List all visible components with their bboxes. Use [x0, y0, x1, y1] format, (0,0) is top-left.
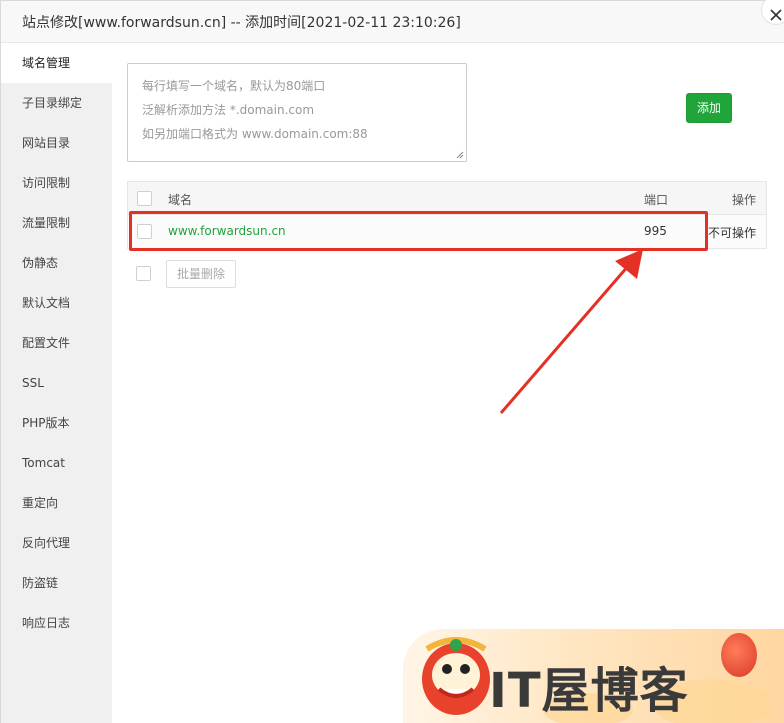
- main-panel: 每行填写一个域名，默认为80端口 泛解析添加方法 *.domain.com 如另…: [112, 43, 784, 723]
- watermark-banner: IT屋博客: [403, 629, 784, 723]
- resize-grip-icon[interactable]: [456, 151, 464, 159]
- select-all-checkbox[interactable]: [137, 191, 152, 206]
- sidebar-item-redirect[interactable]: 重定向: [1, 483, 112, 523]
- sidebar-item-default-document[interactable]: 默认文档: [1, 283, 112, 323]
- dialog-title: 站点修改[www.forwardsun.cn] -- 添加时间[2021-02-…: [22, 15, 461, 31]
- table-header: 域名 端口 操作: [128, 182, 766, 215]
- sidebar-item-traffic-limit[interactable]: 流量限制: [1, 203, 112, 243]
- domain-table: 域名 端口 操作 www.forwardsun.cn 995 不可操作: [127, 181, 767, 249]
- sidebar-item-ssl[interactable]: SSL: [1, 363, 112, 403]
- title-bar[interactable]: 站点修改[www.forwardsun.cn] -- 添加时间[2021-02-…: [1, 0, 784, 43]
- placeholder-line: 每行填写一个域名，默认为80端口: [142, 79, 326, 93]
- sidebar-item-access-restriction[interactable]: 访问限制: [1, 163, 112, 203]
- header-port: 端口: [644, 193, 669, 207]
- domain-textarea[interactable]: 每行填写一个域名，默认为80端口 泛解析添加方法 *.domain.com 如另…: [127, 63, 467, 162]
- domain-link[interactable]: www.forwardsun.cn: [168, 224, 286, 238]
- row-checkbox[interactable]: [137, 224, 152, 239]
- annotation-arrow-icon: [499, 249, 643, 414]
- lion-dance-icon: [422, 637, 490, 715]
- site-edit-dialog: 站点修改[www.forwardsun.cn] -- 添加时间[2021-02-…: [0, 0, 784, 723]
- add-domain-button[interactable]: 添加: [686, 93, 732, 123]
- watermark-text: IT屋博客: [489, 663, 689, 719]
- close-button[interactable]: [761, 0, 784, 25]
- sidebar-item-php-version[interactable]: PHP版本: [1, 403, 112, 443]
- sidebar-item-hotlink-protection[interactable]: 防盗链: [1, 563, 112, 603]
- sidebar-item-subdirectory-binding[interactable]: 子目录绑定: [1, 83, 112, 123]
- sidebar: 域名管理 子目录绑定 网站目录 访问限制 流量限制 伪静态 默认文档 配置文件 …: [1, 43, 112, 723]
- port-value: 995: [644, 224, 667, 238]
- sidebar-item-site-directory[interactable]: 网站目录: [1, 123, 112, 163]
- sidebar-item-tomcat[interactable]: Tomcat: [1, 443, 112, 483]
- sidebar-item-reverse-proxy[interactable]: 反向代理: [1, 523, 112, 563]
- placeholder-line: 泛解析添加方法 *.domain.com: [142, 103, 315, 117]
- sidebar-item-response-log[interactable]: 响应日志: [1, 603, 112, 643]
- header-domain: 域名: [168, 193, 193, 207]
- batch-select-checkbox[interactable]: [136, 266, 151, 281]
- table-row: www.forwardsun.cn 995 不可操作: [128, 215, 766, 248]
- batch-delete-button[interactable]: 批量删除: [166, 260, 236, 288]
- sidebar-item-config-file[interactable]: 配置文件: [1, 323, 112, 363]
- close-icon: [770, 9, 782, 21]
- sidebar-item-domain-management[interactable]: 域名管理: [1, 43, 112, 83]
- header-action: 操作: [731, 193, 756, 207]
- placeholder-line: 如另加端口格式为 www.domain.com:88: [142, 127, 368, 141]
- sidebar-item-rewrite[interactable]: 伪静态: [1, 243, 112, 283]
- lantern-icon: [721, 633, 757, 677]
- action-text: 不可操作: [707, 226, 756, 240]
